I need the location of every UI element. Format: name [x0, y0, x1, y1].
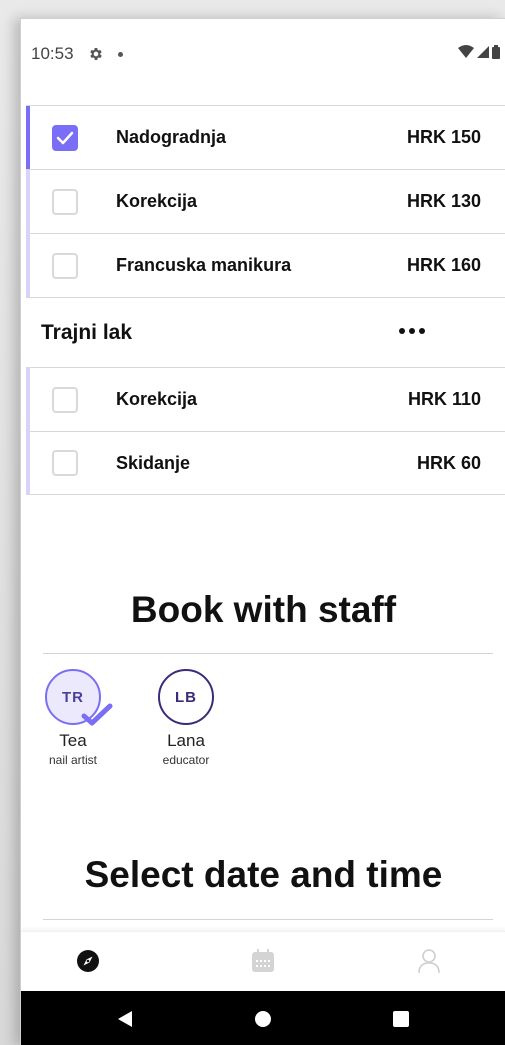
- service-name: Skidanje: [116, 452, 191, 473]
- profile-icon[interactable]: [414, 946, 444, 976]
- more-horizontal-icon[interactable]: [399, 328, 425, 334]
- service-checkbox[interactable]: [52, 188, 78, 215]
- explore-icon[interactable]: [73, 946, 103, 976]
- check-icon: [56, 131, 74, 144]
- staff-member-lana[interactable]: LB Lana educator: [141, 669, 231, 767]
- row-accent: [26, 170, 30, 233]
- service-name: Francuska manikura: [116, 255, 292, 275]
- staff-divider: [43, 653, 493, 654]
- status-right-icons: [458, 45, 500, 59]
- status-time: 10:53: [31, 44, 74, 63]
- system-navigation-bar: [21, 991, 505, 1045]
- staff-role: educator: [162, 753, 210, 767]
- phone-screen: 10:53 Nadogradnja HRK 150 Korekcija HRK …: [20, 18, 505, 1045]
- status-bar: 10:53: [21, 19, 505, 89]
- row-accent: [26, 368, 30, 431]
- battery-icon: [492, 45, 500, 59]
- bottom-navigation: [21, 931, 505, 992]
- avatar[interactable]: LB: [158, 669, 214, 725]
- service-row[interactable]: Korekcija HRK 130: [26, 169, 505, 233]
- staff-role: nail artist: [48, 753, 98, 767]
- home-icon[interactable]: [253, 1009, 273, 1029]
- back-icon[interactable]: [115, 1009, 135, 1029]
- service-price: HRK 60: [416, 452, 481, 473]
- datetime-section-title: Select date and time: [84, 854, 443, 895]
- service-checkbox[interactable]: [52, 124, 78, 151]
- avatar[interactable]: TR: [45, 669, 113, 726]
- row-accent: [26, 432, 30, 494]
- service-price: HRK 130: [406, 191, 481, 211]
- service-checkbox[interactable]: [52, 450, 78, 476]
- row-accent: [26, 234, 30, 297]
- wifi-icon: [458, 45, 474, 58]
- recents-icon[interactable]: [391, 1009, 411, 1029]
- staff-member-tea[interactable]: TR Tea nail artist: [28, 669, 118, 767]
- row-accent: [26, 106, 30, 169]
- service-row[interactable]: Skidanje HRK 60: [26, 431, 505, 495]
- calendar-icon[interactable]: [248, 946, 278, 976]
- service-list: Nadogradnja HRK 150 Korekcija HRK 130 Fr…: [26, 105, 505, 495]
- avatar-initials: LB: [175, 688, 197, 706]
- staff-name: Tea: [59, 731, 87, 750]
- notification-dot-icon: [117, 51, 123, 57]
- service-price: HRK 110: [407, 389, 481, 409]
- category-header: Trajni lak: [26, 297, 505, 367]
- settings-icon: [89, 48, 102, 60]
- service-checkbox[interactable]: [52, 252, 78, 279]
- signal-icon: [477, 46, 489, 58]
- service-row[interactable]: Francuska manikura HRK 160: [26, 233, 505, 297]
- service-name: Korekcija: [116, 191, 198, 211]
- datetime-divider: [43, 919, 493, 920]
- category-title: Trajni lak: [41, 320, 133, 344]
- selected-check-icon: [81, 703, 113, 726]
- service-name: Korekcija: [116, 389, 198, 409]
- service-checkbox[interactable]: [52, 386, 78, 413]
- staff-name: Lana: [167, 731, 205, 750]
- service-row[interactable]: Korekcija HRK 110: [26, 367, 505, 431]
- staff-section-title: Book with staff: [130, 589, 397, 630]
- service-name: Nadogradnja: [116, 127, 227, 147]
- service-row[interactable]: Nadogradnja HRK 150: [26, 105, 505, 169]
- service-price: HRK 160: [406, 255, 481, 275]
- service-price: HRK 150: [406, 127, 481, 147]
